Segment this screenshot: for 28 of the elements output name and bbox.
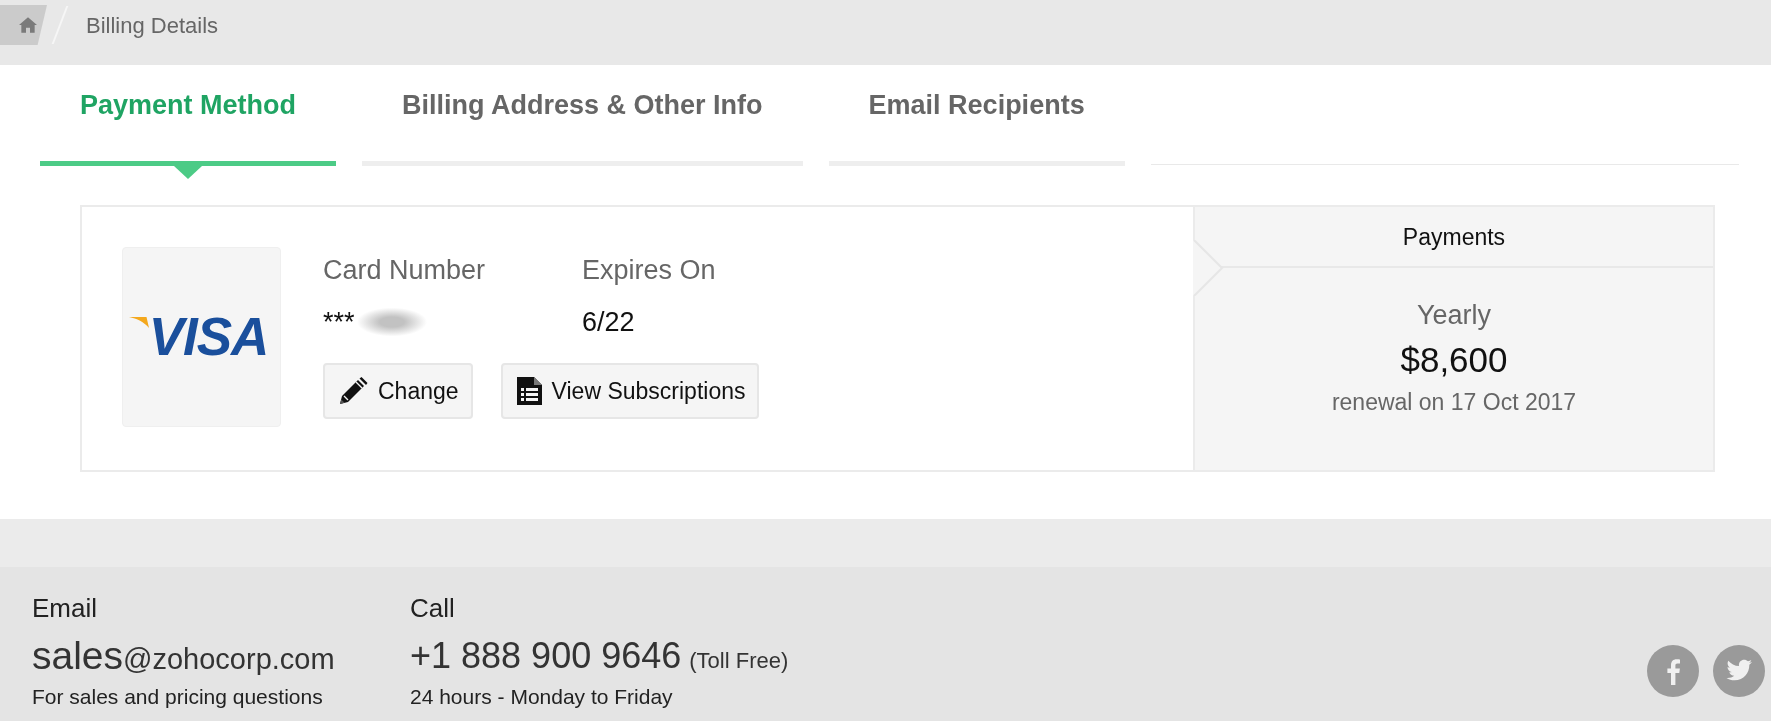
document-list-icon: [516, 377, 542, 405]
tab-pointer-icon: [174, 166, 202, 179]
pencil-icon: [339, 377, 368, 405]
field-value: ***: [323, 306, 355, 339]
billing-cycle: Yearly: [1415, 299, 1493, 332]
contact-heading: Call: [410, 593, 456, 623]
facebook-icon[interactable]: [1647, 645, 1699, 697]
card-brand-logo: VISA: [148, 309, 269, 365]
contact-description: 24 hours - Monday to Friday: [410, 684, 674, 710]
twitter-icon[interactable]: [1713, 645, 1765, 697]
contact-description: For sales and pricing questions: [32, 684, 324, 710]
renewal-date: renewal on 17 Oct 2017: [1330, 388, 1578, 417]
subscriptions-button[interactable]: View Subscriptions: [500, 363, 760, 419]
contact-heading: Email: [32, 593, 98, 623]
breadcrumb-current: Billing Details: [86, 12, 219, 40]
email-address[interactable]: sales@zohocorp.com: [32, 634, 335, 681]
field-label: Expires On: [582, 254, 717, 287]
edit-button[interactable]: Change: [323, 363, 473, 419]
home-icon: [19, 17, 37, 33]
swoosh-icon: [128, 317, 149, 328]
tab[interactable]: Billing Address & Other Info: [362, 65, 803, 166]
home-button[interactable]: [0, 5, 47, 45]
tab[interactable]: Email Recipients: [828, 65, 1125, 166]
phone-number: +1 888 900 9646: [410, 634, 682, 678]
phone-note: (Toll Free): [689, 647, 789, 675]
field-value: 6/22: [582, 306, 635, 339]
payment-amount: $8,600: [1399, 339, 1509, 381]
field-label: Card Number: [323, 254, 487, 287]
